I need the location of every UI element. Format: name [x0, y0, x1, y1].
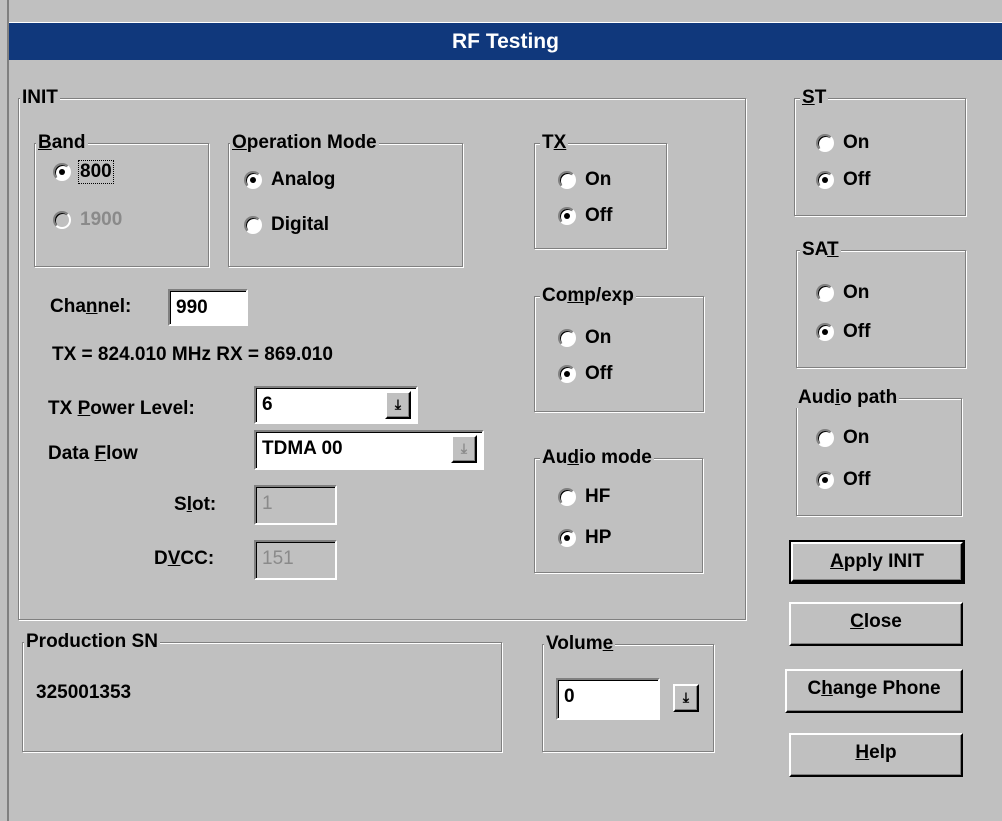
radio-selected-icon: [816, 171, 834, 189]
audio-mode-legend: Audio mode: [540, 447, 654, 468]
rf-testing-window: RF Testing INIT Band 800 1900 Operation …: [0, 0, 1002, 821]
band-800-label: 800: [78, 160, 114, 184]
radio-unselected-icon: [816, 134, 834, 152]
down-arrow-icon: ⤓: [394, 396, 402, 412]
sat-on-label: On: [843, 282, 870, 303]
comp-exp-on-label: On: [585, 327, 612, 348]
st-group: [794, 98, 966, 216]
tx-off-label: Off: [585, 205, 613, 226]
volume-dropdown-button[interactable]: ⤓: [673, 684, 699, 712]
data-flow-dropdown-button[interactable]: ⤓: [451, 435, 477, 463]
radio-selected-icon: [816, 471, 834, 489]
band-1900-label: 1900: [80, 209, 123, 230]
radio-unselected-icon: [816, 284, 834, 302]
radio-selected-icon: [816, 323, 834, 341]
radio-selected-icon: [244, 171, 262, 189]
disabled-down-arrow-icon: ⤓: [460, 440, 468, 456]
band-800-radio[interactable]: 800: [53, 160, 114, 184]
audio-mode-hf-radio[interactable]: HF: [558, 487, 610, 507]
mode-analog-radio[interactable]: Analog: [244, 170, 335, 190]
tx-off-radio[interactable]: Off: [558, 206, 612, 226]
volume-select[interactable]: 0: [556, 678, 660, 720]
sat-off-label: Off: [843, 321, 871, 342]
radio-selected-icon: [53, 163, 71, 181]
channel-input[interactable]: 990: [168, 289, 248, 326]
comp-exp-on-radio[interactable]: On: [558, 328, 611, 348]
init-legend: INIT: [20, 87, 60, 108]
tx-on-radio[interactable]: On: [558, 170, 611, 190]
audio-path-group: [796, 398, 962, 516]
volume-legend: Volume: [544, 633, 616, 654]
radio-unselected-icon: [816, 429, 834, 447]
audio-mode-hp-label: HP: [585, 527, 612, 548]
radio-selected-icon: [558, 529, 576, 547]
slot-input[interactable]: 1: [254, 485, 337, 525]
operation-mode-group: [228, 143, 463, 267]
st-on-label: On: [843, 132, 870, 153]
radio-unselected-icon: [558, 171, 576, 189]
sat-group: [796, 250, 966, 368]
audio-path-off-label: Off: [843, 469, 871, 490]
audio-path-legend: Audio path: [796, 387, 900, 408]
band-legend: Band: [36, 132, 88, 153]
title-bar[interactable]: RF Testing: [9, 22, 1002, 60]
channel-label: Channel:: [50, 296, 132, 317]
mode-analog-label: Analog: [271, 169, 336, 190]
operation-mode-legend: Operation Mode: [230, 132, 379, 153]
dvcc-input[interactable]: 151: [254, 540, 337, 580]
radio-unselected-icon: [558, 329, 576, 347]
audio-mode-hf-label: HF: [585, 486, 611, 507]
tx-on-label: On: [585, 169, 612, 190]
production-sn-legend: Production SN: [24, 631, 160, 652]
apply-init-button[interactable]: Apply INIT: [789, 540, 965, 584]
tx-group: [534, 143, 667, 249]
st-off-radio[interactable]: Off: [816, 170, 870, 190]
data-flow-label: Data Flow: [48, 443, 138, 464]
frequency-text: TX = 824.010 MHz RX = 869.010: [52, 344, 333, 365]
radio-unselected-icon: [558, 488, 576, 506]
dvcc-label: DVCC:: [154, 548, 215, 569]
down-arrow-icon: ⤓: [682, 689, 690, 705]
st-off-label: Off: [843, 169, 871, 190]
close-button[interactable]: Close: [789, 602, 963, 646]
comp-exp-group: [534, 296, 704, 412]
radio-unselected-icon: [244, 216, 262, 234]
audio-path-off-radio[interactable]: Off: [816, 470, 870, 490]
st-legend: ST: [800, 87, 829, 108]
window-title: RF Testing: [452, 30, 559, 53]
audio-mode-group: [534, 458, 703, 573]
help-button[interactable]: Help: [789, 733, 963, 777]
window-border: [7, 0, 9, 821]
audio-mode-hp-radio[interactable]: HP: [558, 528, 611, 548]
radio-selected-icon: [558, 365, 576, 383]
tx-power-dropdown-button[interactable]: ⤓: [385, 391, 411, 419]
sat-legend: SAT: [800, 239, 841, 260]
slot-label: Slot:: [174, 494, 217, 515]
change-phone-button[interactable]: Change Phone: [785, 669, 963, 713]
sat-on-radio[interactable]: On: [816, 283, 869, 303]
tx-legend: TX: [540, 132, 569, 153]
comp-exp-off-label: Off: [585, 363, 613, 384]
radio-selected-icon: [558, 207, 576, 225]
mode-digital-radio[interactable]: Digital: [244, 215, 329, 235]
audio-path-on-label: On: [843, 427, 870, 448]
band-1900-radio[interactable]: 1900: [53, 210, 122, 230]
st-on-radio[interactable]: On: [816, 133, 869, 153]
audio-path-on-radio[interactable]: On: [816, 428, 869, 448]
comp-exp-off-radio[interactable]: Off: [558, 364, 612, 384]
production-sn-value: 325001353: [36, 682, 132, 703]
mode-digital-label: Digital: [271, 214, 330, 235]
sat-off-radio[interactable]: Off: [816, 322, 870, 342]
data-flow-select[interactable]: TDMA 00: [254, 430, 484, 470]
radio-disabled-icon: [53, 211, 71, 229]
tx-power-label: TX Power Level:: [48, 398, 195, 419]
comp-exp-legend: Comp/exp: [540, 285, 636, 306]
